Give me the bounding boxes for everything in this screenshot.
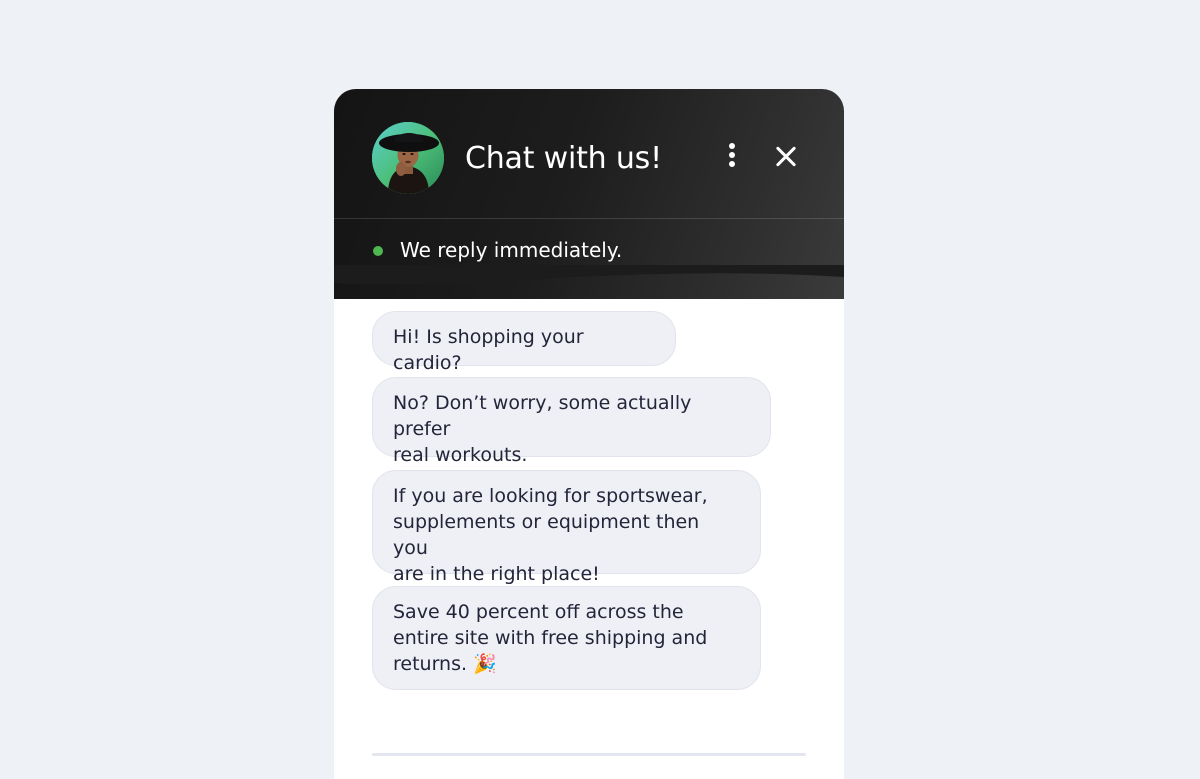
chat-widget: Chat with us! We reply immediately. Hi! … <box>334 89 844 779</box>
online-dot-icon <box>373 246 383 256</box>
chat-message-text: If you are looking for sportswear, suppl… <box>393 485 708 585</box>
agent-avatar-image <box>372 122 444 194</box>
agent-avatar <box>372 122 444 194</box>
chat-message-text: No? Don’t worry, some actually prefer re… <box>393 392 692 466</box>
status-text: We reply immediately. <box>400 238 623 262</box>
chat-message: Save 40 percent off across the entire si… <box>372 586 761 690</box>
menu-dot <box>729 143 735 149</box>
menu-dot <box>729 152 735 158</box>
chat-title: Chat with us! <box>465 141 662 176</box>
chat-message: No? Don’t worry, some actually prefer re… <box>372 377 771 466</box>
chat-message: If you are looking for sportswear, suppl… <box>372 470 761 585</box>
header-divider <box>334 218 844 219</box>
chat-message: Hi! Is shopping your cardio? <box>372 311 676 374</box>
header-wave <box>334 265 844 285</box>
menu-dot <box>729 161 735 167</box>
chat-message-text: Save 40 percent off across the entire si… <box>393 601 708 675</box>
close-icon[interactable] <box>772 143 800 171</box>
chat-message-text: Hi! Is shopping your cardio? <box>393 326 584 374</box>
more-vertical-icon[interactable] <box>720 143 744 171</box>
